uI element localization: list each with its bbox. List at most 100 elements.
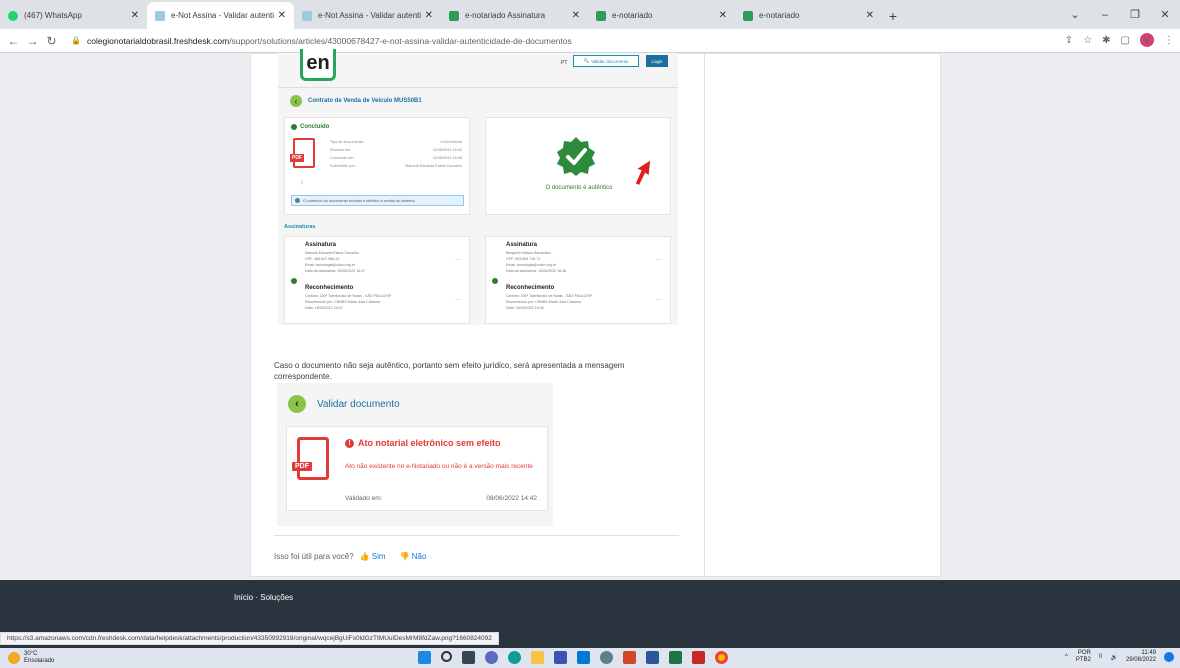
- close-icon[interactable]: ✕: [572, 10, 580, 21]
- close-window-button[interactable]: ✕: [1150, 8, 1180, 21]
- close-icon[interactable]: ✕: [719, 10, 727, 21]
- search-icon[interactable]: [441, 651, 452, 662]
- chrome-icon[interactable]: [715, 651, 728, 664]
- windows-start-icon[interactable]: [418, 651, 431, 664]
- forward-arrow-icon[interactable]: →: [23, 34, 42, 48]
- signature-line: Email: tecnologia@cnbcf.org.br: [506, 263, 556, 267]
- back-chevron-icon: ‹: [290, 95, 302, 107]
- validated-value: 08/06/2022 14:42: [486, 495, 537, 502]
- notification-icon[interactable]: [1164, 652, 1174, 662]
- sun-icon: [8, 652, 20, 664]
- meta-key: Submetido por:: [330, 164, 356, 168]
- language-indicator[interactable]: POR PTB2: [1076, 650, 1091, 664]
- recognition-line: Cartório: 200º Tabelionato de Notas - SÃ…: [305, 294, 392, 298]
- new-tab-button[interactable]: +: [882, 2, 904, 29]
- thumbs-down-button[interactable]: 👎 Não: [400, 552, 427, 561]
- tab-label: (467) WhatsApp: [24, 11, 82, 20]
- footer-breadcrumb[interactable]: Início · Soluções: [234, 593, 293, 602]
- signature-title: Assinatura: [506, 242, 538, 248]
- more-icon: ···: [455, 297, 461, 303]
- close-icon[interactable]: ✕: [425, 10, 433, 21]
- tab-whatsapp[interactable]: (467) WhatsApp ✕: [0, 2, 147, 29]
- url-path: /support/solutions/articles/43000678427-…: [229, 35, 572, 46]
- mail-icon[interactable]: [577, 651, 590, 664]
- no-label: Não: [411, 552, 427, 561]
- tab-e-not-assina[interactable]: e-Not Assina - Validar autenticid ✕: [294, 2, 441, 29]
- close-icon[interactable]: ✕: [131, 10, 139, 21]
- extensions-icon[interactable]: ✱: [1102, 35, 1110, 46]
- divider: [274, 535, 679, 536]
- chevron-up-icon[interactable]: ^: [1065, 654, 1068, 660]
- back-arrow-icon[interactable]: ←: [4, 34, 23, 48]
- system-tray: ^ POR PTB2 ⌷ 🔊 11:49 29/08/2022: [1065, 650, 1174, 664]
- network-icon[interactable]: ⌷: [1099, 654, 1103, 661]
- side-panel-icon[interactable]: ▢: [1121, 35, 1130, 46]
- recognition-line: Cartório: 200º Tabelionato de Notas - SÃ…: [506, 294, 593, 298]
- whatsapp-icon: [8, 10, 18, 21]
- windows-taskbar: 30°C Ensolarado ^ POR PTB2 ⌷ 🔊 11:49 29/…: [0, 648, 1180, 668]
- signatures-heading: Assinaturas: [284, 224, 316, 230]
- tab-e-not-assina-active[interactable]: e-Not Assina - Validar autenticid ✕: [147, 2, 294, 29]
- authentic-result-card: O documento é autêntico: [485, 117, 671, 215]
- file-explorer-icon[interactable]: [531, 651, 544, 664]
- close-icon[interactable]: ✕: [866, 10, 874, 21]
- task-view-icon[interactable]: [462, 651, 475, 664]
- restore-button[interactable]: ❐: [1120, 8, 1150, 21]
- powerpoint-icon[interactable]: [623, 651, 636, 664]
- reload-icon[interactable]: ↻: [42, 34, 61, 48]
- share-icon[interactable]: ⇪: [1065, 35, 1073, 46]
- close-icon[interactable]: ✕: [278, 10, 286, 21]
- meta-row: Submetido por: Marcela Eduarda Elaine Car…: [330, 164, 462, 172]
- divider: [278, 87, 678, 88]
- thumbs-up-button[interactable]: 👍 Sim: [360, 552, 386, 561]
- tab-e-notariado-2[interactable]: e-notariado ✕: [735, 2, 882, 29]
- signature-line: Data da assinatura: 15/06/2022 16:47: [305, 269, 366, 273]
- settings-icon[interactable]: [600, 651, 613, 664]
- meta-key: Concluído em:: [330, 156, 355, 160]
- more-icon: ···: [656, 257, 662, 263]
- clock-date: 29/08/2022: [1125, 657, 1156, 663]
- tab-search-icon[interactable]: ⌄: [1060, 8, 1090, 21]
- taskbar-apps: [418, 651, 728, 664]
- bookmark-star-icon[interactable]: ☆: [1083, 35, 1092, 46]
- tab-e-notariado[interactable]: e-notariado ✕: [588, 2, 735, 29]
- excel-icon[interactable]: [669, 651, 682, 664]
- lock-icon: 🔒: [71, 36, 81, 45]
- mcafee-icon[interactable]: [692, 651, 705, 664]
- recognition-line: Data: 15/06/2022 16:47: [305, 306, 343, 310]
- store-icon[interactable]: [554, 651, 567, 664]
- error-heading: ! Ato notarial eletrônico sem efeito: [345, 438, 501, 448]
- contract-title: Contrato de Venda de Veículo MUS50B1: [308, 98, 422, 104]
- lang-code: POR: [1077, 650, 1091, 656]
- validated-label: Validado em:: [345, 495, 383, 502]
- e-notariado-icon: [596, 10, 606, 21]
- weather-desc: Ensolarado: [24, 658, 55, 664]
- signature-line: CPF: 653.664.716-71: [506, 257, 541, 261]
- tab-label: e-notariado Assinatura: [465, 11, 546, 20]
- edge-icon[interactable]: [508, 651, 521, 664]
- invalid-result-card: PDF ! Ato notarial eletrônico sem efeito…: [286, 426, 548, 511]
- profile-avatar[interactable]: V: [1140, 33, 1154, 47]
- volume-icon[interactable]: 🔊: [1110, 654, 1117, 661]
- document-meta: Tipo de Documento: e-Not Assina Enviado e…: [330, 140, 462, 172]
- menu-kebab-icon[interactable]: ⋮: [1164, 35, 1174, 46]
- url-host: colegionotarialdobrasil.freshdesk.com: [86, 35, 230, 46]
- pdf-file-icon: PDF: [292, 437, 329, 480]
- url-field[interactable]: 🔒 colegionotarialdobrasil.freshdesk.com …: [71, 36, 572, 46]
- word-icon[interactable]: [646, 651, 659, 664]
- recognition-line: Data: 15/06/2022 16:48: [506, 306, 544, 310]
- validar-label: Validar documento: [591, 58, 629, 64]
- minimize-button[interactable]: –: [1090, 9, 1120, 21]
- e-notariado-icon: [449, 10, 459, 21]
- feedback-question: Isso foi útil para você?: [274, 552, 354, 561]
- info-note-text: O conteúdo do documento enviado é idênti…: [303, 198, 416, 203]
- info-icon: [295, 198, 300, 203]
- weather-widget[interactable]: 30°C Ensolarado: [8, 651, 54, 665]
- clock[interactable]: 11:49 29/08/2022: [1126, 650, 1156, 664]
- clock-time: 11:49: [1141, 650, 1156, 656]
- tab-e-notariado-assinatura[interactable]: e-notariado Assinatura ✕: [441, 2, 588, 29]
- meta-value: Marcela Eduarda Elaine Carvalho: [405, 164, 462, 168]
- chat-icon[interactable]: [485, 651, 498, 664]
- tab-label: e-Not Assina - Validar autenticid: [318, 11, 421, 20]
- site-favicon-icon: [302, 10, 312, 21]
